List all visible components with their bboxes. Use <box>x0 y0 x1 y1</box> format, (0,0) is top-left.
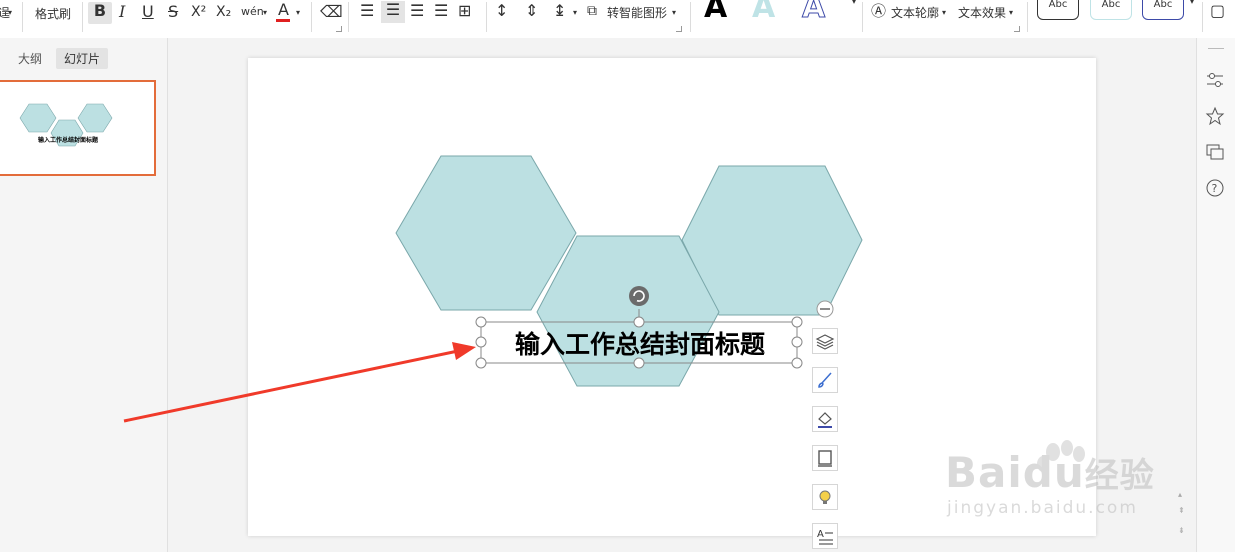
fill-icon[interactable] <box>812 406 838 432</box>
slide-panel: 大纲 幻灯片 输入工作总结封面标题 <box>0 38 168 552</box>
gallery-scroll-icon[interactable]: ▾ <box>1190 0 1194 10</box>
thumbnail-title: 输入工作总结封面标题 <box>37 137 98 144</box>
watermark-url: jingyan.baidu.com <box>947 498 1138 518</box>
font-color-button[interactable]: A <box>278 1 289 19</box>
divider <box>1202 2 1203 32</box>
line-spacing-icon[interactable]: ↕ <box>495 2 508 20</box>
ribbon-toolbar: 逞 ▾ ▔ 格式刷 B I U S X² X₂ wén ▾ A ▾ ⌫ ☰ ☰ … <box>0 0 1235 39</box>
text-outline-button[interactable]: 文本轮廓 <box>891 5 939 21</box>
strikethrough-button[interactable]: S <box>168 3 178 21</box>
subscript-button[interactable]: X₂ <box>216 3 231 21</box>
brush-icon[interactable] <box>812 367 838 393</box>
svg-text:?: ? <box>1212 182 1218 195</box>
chevron-down-icon: ▾ <box>573 8 578 17</box>
divider <box>311 2 312 32</box>
help-icon[interactable]: ? <box>1205 178 1225 198</box>
paragraph-spacing-icon[interactable]: ⇕ <box>525 2 538 20</box>
chevron-down-icon: ▾ <box>263 8 268 17</box>
watermark-brand: Baidu <box>945 448 1085 497</box>
shape-fill-icon[interactable]: ▢ <box>1210 2 1225 20</box>
font-color-bar <box>276 19 290 22</box>
align-left-icon[interactable]: ☰ <box>360 2 374 20</box>
divider <box>862 2 863 32</box>
distribute-icon[interactable]: ⊞ <box>458 2 471 20</box>
divider <box>22 2 23 32</box>
baidu-watermark: Baidu经验 jingyan.baidu.com <box>945 440 1185 530</box>
phonetic-button[interactable]: wén <box>241 4 264 20</box>
tab-outline[interactable]: 大纲 <box>10 48 50 69</box>
align-right-icon[interactable]: ☰ <box>410 2 424 20</box>
italic-button[interactable]: I <box>119 3 125 21</box>
shape-style-preset-1[interactable]: Abc <box>1037 0 1079 20</box>
star-icon[interactable] <box>1205 106 1225 126</box>
align-center-icon[interactable]: ☰ <box>381 1 405 23</box>
svg-text:A: A <box>817 529 824 540</box>
dialog-launcher-icon[interactable] <box>1014 26 1020 32</box>
divider <box>1027 2 1028 32</box>
gallery-scroll-icon[interactable]: ▾ <box>852 0 856 10</box>
dialog-launcher-icon[interactable] <box>336 26 342 32</box>
divider <box>486 2 487 32</box>
shape-style-preset-3[interactable]: Abc <box>1142 0 1184 20</box>
outline-icon[interactable] <box>812 445 838 471</box>
superscript-button[interactable]: X² <box>191 3 206 21</box>
text-effects-button[interactable]: 文本效果 <box>958 5 1006 21</box>
thumbnail-shapes <box>19 103 113 147</box>
chevron-down-icon: ▾ <box>1009 8 1014 17</box>
rotate-handle-icon[interactable] <box>629 286 649 306</box>
divider <box>1208 48 1224 49</box>
chevron-down-icon: ▾ <box>8 8 13 17</box>
chevron-down-icon: ▾ <box>942 8 947 17</box>
bold-button[interactable]: B <box>88 2 112 24</box>
right-sidebar: ? <box>1196 38 1235 552</box>
hexagon-left <box>395 155 577 311</box>
format-painter-button[interactable]: 格式刷 <box>35 6 71 22</box>
underline-button[interactable]: U <box>142 3 154 21</box>
divider <box>82 2 83 32</box>
chevron-down-icon: ▾ <box>296 8 301 17</box>
smart-shape-icon: ⧉ <box>587 3 597 19</box>
text-style-icon[interactable]: A <box>812 523 838 549</box>
art-text-black-button[interactable]: A <box>704 0 727 25</box>
slide-switch-icon[interactable] <box>1205 142 1225 162</box>
text-outline-icon: Ⓐ <box>871 2 887 20</box>
watermark-brand-cn: 经验 <box>1084 456 1155 496</box>
slide-title-textbox[interactable]: 输入工作总结封面标题 <box>498 325 782 365</box>
slide-thumbnail[interactable]: 输入工作总结封面标题 <box>0 80 156 176</box>
collapse-icon[interactable] <box>816 300 834 318</box>
shape-style-preset-2[interactable]: Abc <box>1090 0 1132 20</box>
layers-icon[interactable] <box>812 328 838 354</box>
divider <box>690 2 691 32</box>
spacing-options-icon[interactable]: ↨ <box>553 2 566 20</box>
tab-slides[interactable]: 幻灯片 <box>56 48 109 69</box>
to-smart-shape-button[interactable]: 转智能图形 <box>607 5 667 21</box>
eraser-icon[interactable]: ⌫ <box>320 3 343 21</box>
justify-icon[interactable]: ☰ <box>434 2 448 20</box>
lightbulb-icon[interactable] <box>812 484 838 510</box>
adjust-icon[interactable] <box>1205 70 1225 90</box>
dialog-launcher-icon[interactable] <box>676 26 682 32</box>
chevron-down-icon: ▾ <box>672 8 677 17</box>
art-text-light-button[interactable]: A <box>752 0 775 25</box>
art-text-outline-button[interactable]: A <box>801 0 825 26</box>
divider <box>348 2 349 32</box>
